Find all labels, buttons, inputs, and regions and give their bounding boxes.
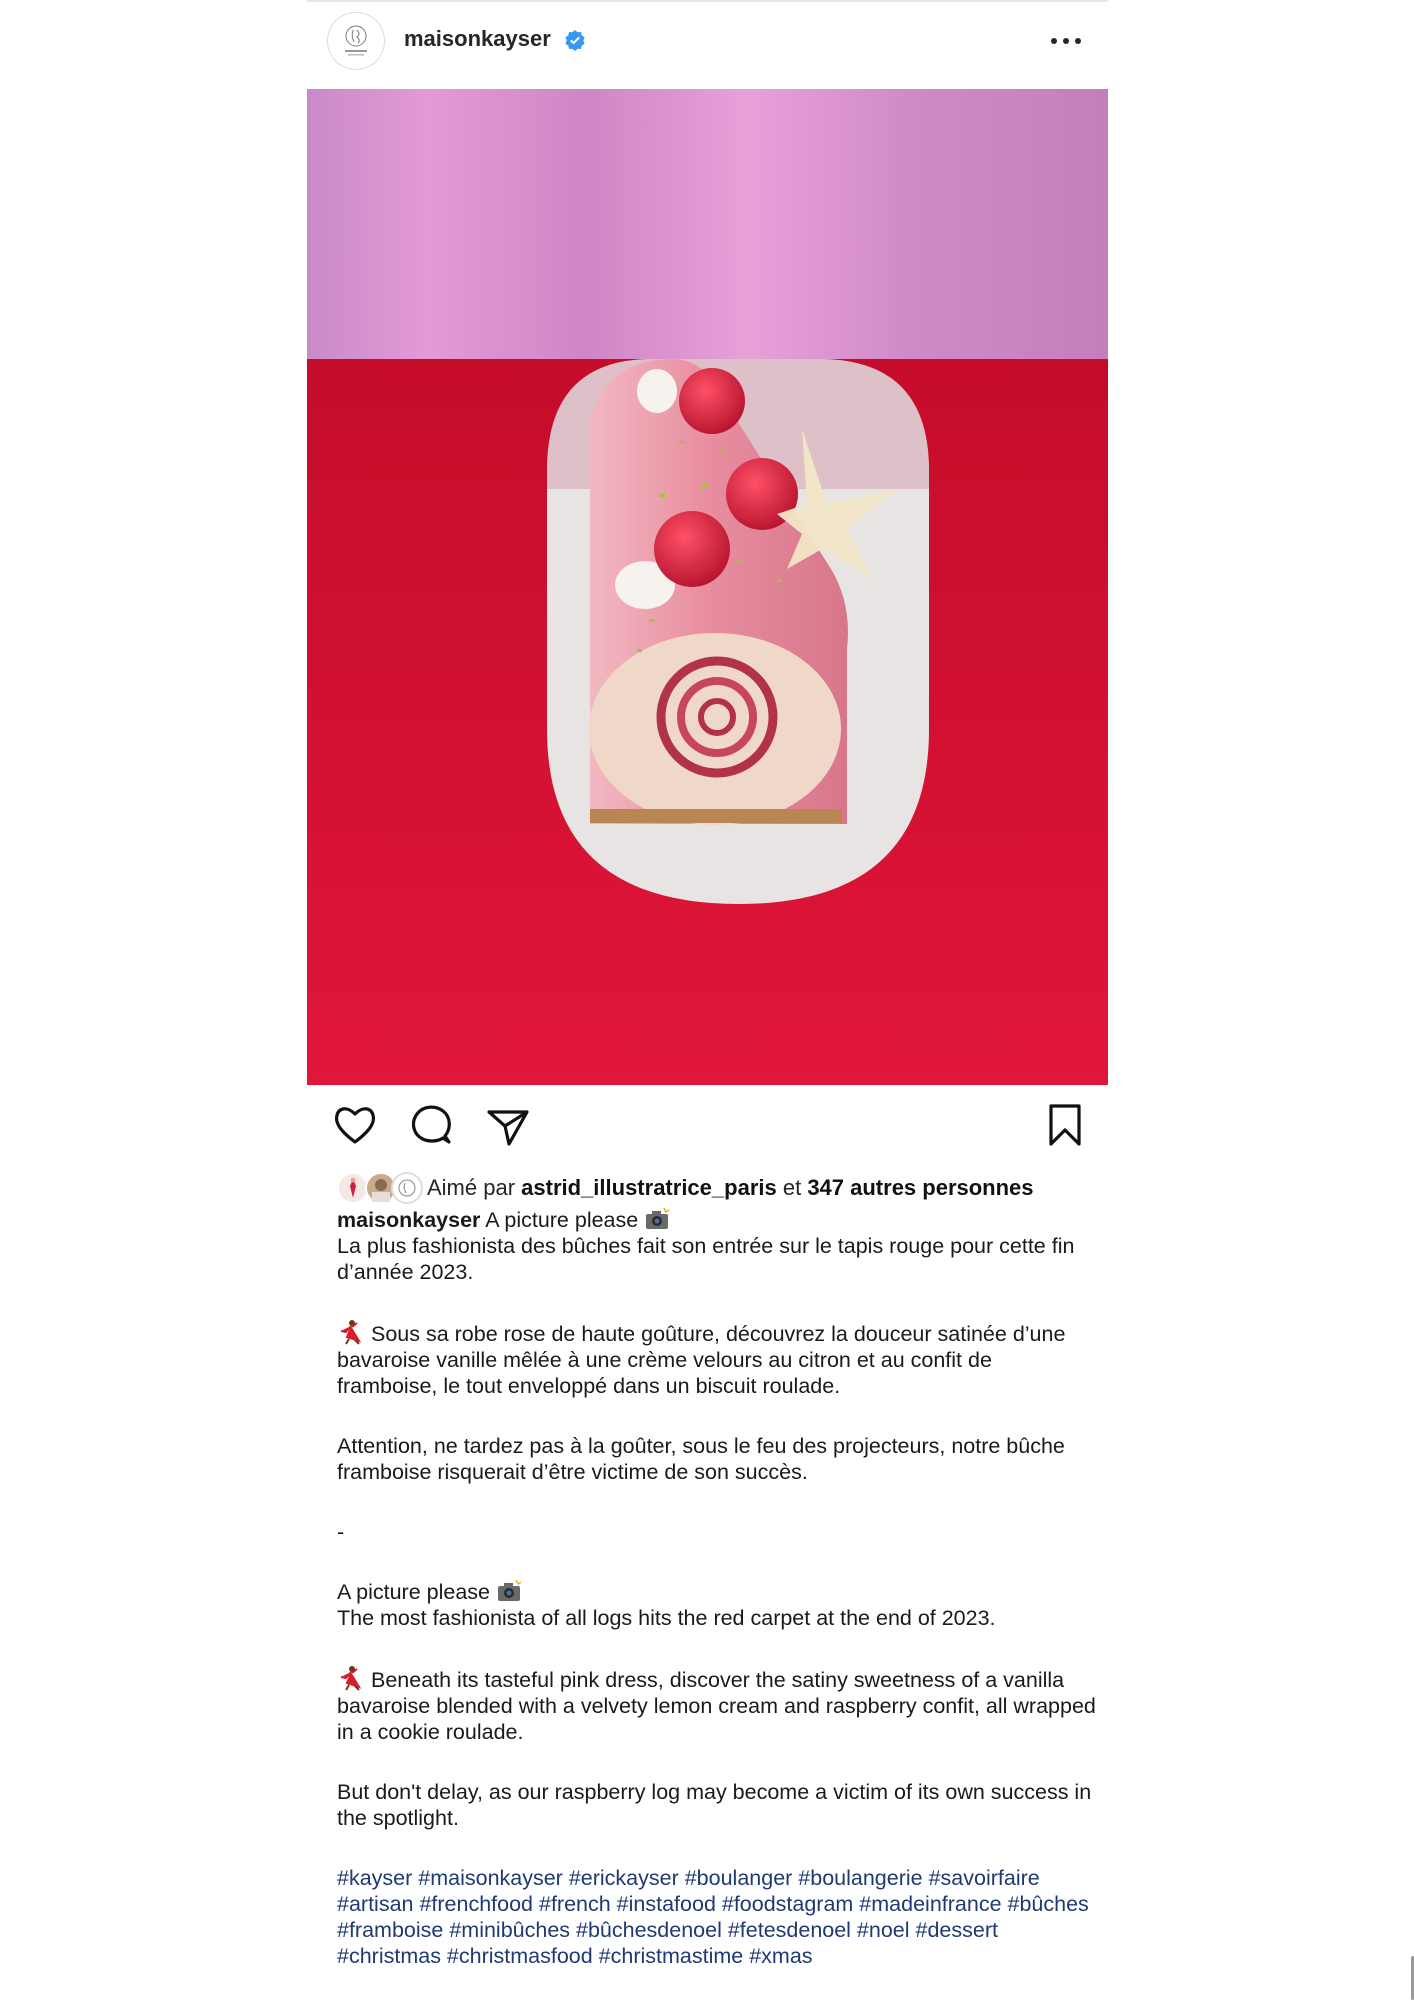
likes-prefix: Aimé par bbox=[427, 1175, 522, 1200]
caption-title-line: maisonkayser A picture please bbox=[337, 1207, 1097, 1233]
caption-paragraph-fr-1: La plus fashionista des bûches fait son … bbox=[337, 1234, 1075, 1284]
caption-title-en: A picture please bbox=[337, 1580, 490, 1604]
likes-count[interactable]: 347 autres personnes bbox=[807, 1175, 1033, 1200]
dancer-icon bbox=[340, 1666, 362, 1691]
likes-middle: et bbox=[776, 1175, 808, 1200]
caption-paragraph-en-2-text: Beneath its tasteful pink dress, discove… bbox=[337, 1668, 1096, 1744]
comment-icon[interactable] bbox=[407, 1100, 455, 1152]
more-options-icon[interactable] bbox=[1048, 27, 1084, 55]
post-card: maisonkayser Aimé par astrid_illustratri… bbox=[307, 0, 1414, 2000]
dancer-icon bbox=[340, 1320, 362, 1345]
avatar bbox=[391, 1172, 423, 1204]
liker-username[interactable]: astrid_illustratrice_paris bbox=[521, 1175, 777, 1200]
caption-hashtags[interactable]: #kayser #maisonkayser #erickayser #boula… bbox=[337, 1865, 1097, 1969]
buche-photo bbox=[307, 89, 1108, 1085]
caption-title-en-line: A picture please bbox=[337, 1579, 1097, 1605]
send-icon[interactable] bbox=[483, 1100, 531, 1152]
heart-icon[interactable] bbox=[331, 1100, 379, 1152]
caption-title-fr: A picture please bbox=[485, 1208, 639, 1232]
post-photo[interactable] bbox=[307, 89, 1108, 1085]
caption-paragraph-fr-2: Sous sa robe rose de haute goûture, déco… bbox=[337, 1319, 1097, 1399]
post-actions-bar bbox=[307, 1100, 1108, 1156]
caption-paragraph-fr-3: Attention, ne tardez pas à la goûter, so… bbox=[337, 1434, 1065, 1484]
eric-kayser-logo-icon[interactable] bbox=[327, 12, 385, 70]
likes-text: Aimé par astrid_illustratrice_paris et 3… bbox=[427, 1175, 1034, 1201]
post-caption: maisonkayser A picture please La plus fa… bbox=[337, 1207, 1097, 1969]
camera-flash-icon bbox=[646, 1207, 670, 1229]
likes-summary[interactable]: Aimé par astrid_illustratrice_paris et 3… bbox=[337, 1172, 1097, 1208]
liker-avatars bbox=[337, 1172, 423, 1206]
verified-badge-icon bbox=[565, 30, 585, 51]
caption-paragraph-fr-2-text: Sous sa robe rose de haute goûture, déco… bbox=[337, 1322, 1066, 1398]
bookmark-icon[interactable] bbox=[1041, 1100, 1089, 1152]
caption-paragraph-en-3: But don't delay, as our raspberry log ma… bbox=[337, 1780, 1092, 1830]
camera-flash-icon bbox=[497, 1579, 522, 1601]
post-header: maisonkayser bbox=[307, 2, 1108, 88]
caption-paragraph-en-1: The most fashionista of all logs hits th… bbox=[337, 1606, 996, 1630]
caption-separator: - bbox=[337, 1520, 345, 1544]
post-username[interactable]: maisonkayser bbox=[404, 26, 551, 52]
caption-paragraph-en-2: Beneath its tasteful pink dress, discove… bbox=[337, 1665, 1097, 1745]
caption-username[interactable]: maisonkayser bbox=[337, 1208, 480, 1232]
